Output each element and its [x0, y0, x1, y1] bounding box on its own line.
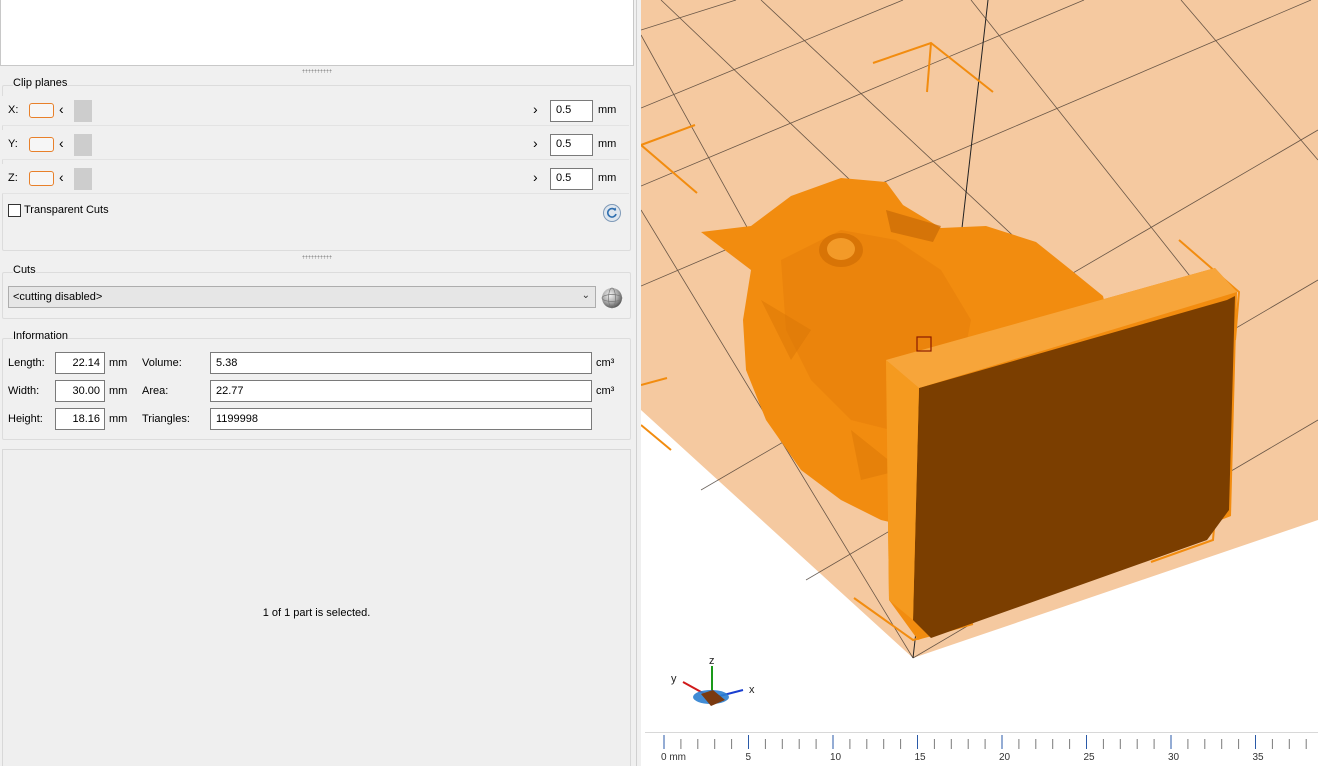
- width-value: 30.00: [55, 380, 105, 402]
- empty-top-area: [0, 0, 634, 66]
- axis-y-label: y: [671, 673, 677, 685]
- reset-icon[interactable]: [603, 204, 621, 222]
- triangles-value: 1199998: [210, 408, 592, 430]
- information-title: Information: [13, 330, 69, 342]
- width-label: Width:: [8, 385, 40, 397]
- clip-axis-label: X:: [8, 104, 19, 116]
- parts-status: 1 of 1 part is selected.: [262, 607, 371, 619]
- slider-right-arrow[interactable]: ›: [533, 102, 538, 116]
- clip-unit: mm: [598, 138, 617, 150]
- area-label: Area:: [142, 385, 169, 397]
- slider-left-arrow[interactable]: ‹: [59, 170, 64, 184]
- volume-label: Volume:: [142, 357, 182, 369]
- transparent-cuts-label: Transparent Cuts: [24, 204, 109, 216]
- triangles-label: Triangles:: [142, 413, 190, 425]
- slider-right-arrow[interactable]: ›: [533, 170, 538, 184]
- cuts-dropdown[interactable]: <cutting disabled> ⌄: [8, 286, 596, 308]
- clip-value-input[interactable]: 0.5: [550, 168, 593, 190]
- ruler-label: 35: [1252, 752, 1264, 763]
- slider-left-arrow[interactable]: ‹: [59, 102, 64, 116]
- ruler-label: 20: [999, 752, 1011, 763]
- sphere-icon[interactable]: [600, 286, 624, 310]
- clip-axis-label: Z:: [8, 172, 18, 184]
- clip-unit: mm: [598, 104, 617, 116]
- slider-thumb[interactable]: [74, 100, 92, 122]
- width-unit: mm: [109, 385, 128, 397]
- clip-row-x: X: ‹ › 0.5 mm: [2, 96, 629, 126]
- clip-value-input[interactable]: 0.5: [550, 100, 593, 122]
- ruler-label: 25: [1083, 752, 1095, 763]
- volume-value: 5.38: [210, 352, 592, 374]
- length-unit: mm: [109, 357, 128, 369]
- axis-z-label: z: [709, 655, 715, 667]
- area-value: 22.77: [210, 380, 592, 402]
- height-value: 18.16: [55, 408, 105, 430]
- slider-right-arrow[interactable]: ›: [533, 136, 538, 150]
- parts-list[interactable]: 1 of 1 part is selected.: [2, 449, 631, 766]
- clip-row-z: Z: ‹ › 0.5 mm: [2, 164, 629, 194]
- clip-color-swatch[interactable]: [29, 103, 54, 118]
- clip-row-y: Y: ‹ › 0.5 mm: [2, 130, 629, 160]
- app-window: Clip planes X: ‹ › 0.5 mm Y: ‹ › 0.5 mm …: [0, 0, 1318, 766]
- clip-axis-label: Y:: [8, 138, 18, 150]
- clip-color-swatch[interactable]: [29, 171, 54, 186]
- slider-left-arrow[interactable]: ‹: [59, 136, 64, 150]
- ruler-label: 30: [1168, 752, 1180, 763]
- length-label: Length:: [8, 357, 45, 369]
- volume-unit: cm³: [596, 357, 615, 369]
- resize-grip[interactable]: [302, 69, 332, 73]
- axis-x-label: x: [749, 684, 755, 696]
- viewport-scene: z y x: [641, 0, 1318, 706]
- axis-gizmo[interactable]: z y x: [671, 655, 755, 706]
- 3d-viewport[interactable]: z y x: [641, 0, 1318, 766]
- clip-planes-title: Clip planes: [13, 77, 68, 89]
- transparent-cuts-checkbox[interactable]: [8, 204, 21, 217]
- clip-color-swatch[interactable]: [29, 137, 54, 152]
- slider-thumb[interactable]: [74, 168, 92, 190]
- area-unit: cm³: [596, 385, 615, 397]
- bottom-ruler: 0 mm 5 10 15 20 25 30 35: [645, 732, 1318, 766]
- height-unit: mm: [109, 413, 128, 425]
- clip-unit: mm: [598, 172, 617, 184]
- ruler-label: 0 mm: [661, 752, 686, 763]
- cuts-dropdown-value: <cutting disabled>: [13, 291, 103, 303]
- ruler-label: 15: [914, 752, 926, 763]
- ruler-label: 10: [830, 752, 842, 763]
- cuts-title: Cuts: [13, 264, 36, 276]
- height-label: Height:: [8, 413, 43, 425]
- clip-value-input[interactable]: 0.5: [550, 134, 593, 156]
- length-value: 22.14: [55, 352, 105, 374]
- resize-grip[interactable]: [302, 255, 332, 259]
- chevron-down-icon: ⌄: [581, 290, 590, 301]
- left-panel: Clip planes X: ‹ › 0.5 mm Y: ‹ › 0.5 mm …: [0, 0, 636, 766]
- ruler-label: 5: [745, 752, 752, 763]
- slider-thumb[interactable]: [74, 134, 92, 156]
